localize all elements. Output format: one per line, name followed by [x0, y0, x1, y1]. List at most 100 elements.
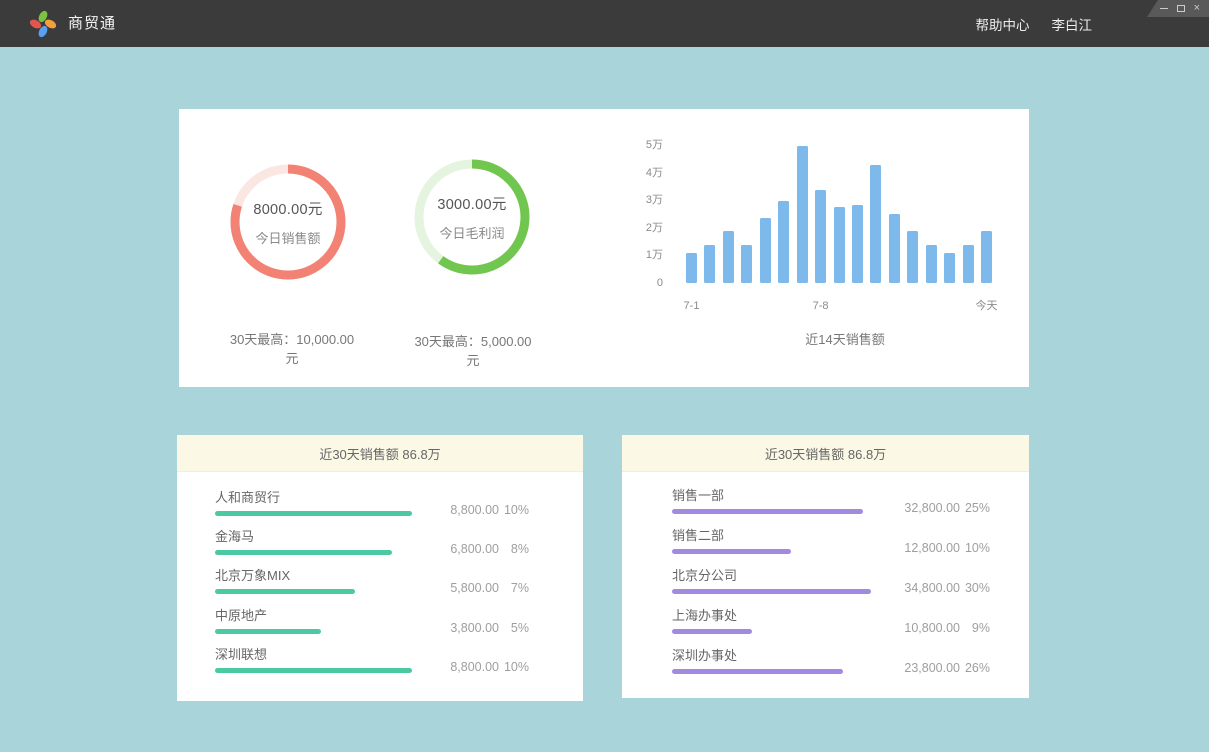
rank-value: 8,800.00 [425, 503, 499, 517]
y-tick-label: 4万 [599, 166, 663, 180]
maximize-icon [1177, 5, 1185, 12]
today-profit-label: 今日毛利润 [439, 223, 504, 242]
rank-bar [215, 511, 412, 516]
rank-value: 5,800.00 [425, 581, 499, 595]
rank-row: 深圳联想8,800.0010% [215, 647, 529, 686]
bar [870, 165, 881, 283]
bar-chart-y-axis: 5万4万3万2万1万0 [599, 109, 663, 387]
rank-row: 销售二部12,800.0010% [672, 528, 990, 568]
rank-bar [215, 668, 412, 673]
y-tick-label: 1万 [599, 248, 663, 262]
rank-value: 6,800.00 [425, 542, 499, 556]
bar [778, 201, 789, 284]
rank-percent: 10% [499, 660, 529, 674]
rank-percent: 8% [499, 542, 529, 556]
rank-row: 北京万象MIX5,800.007% [215, 568, 529, 607]
user-menu[interactable]: 李白江 [1052, 14, 1093, 34]
app-title: 商贸通 [68, 0, 116, 47]
x-tick-label: 今天 [965, 299, 1009, 313]
today-profit-value: 3000.00元 [437, 193, 506, 214]
bar [686, 253, 697, 283]
minimize-icon [1160, 8, 1168, 9]
bar [723, 231, 734, 283]
customers-ranking-panel: 近30天销售额 86.8万 人和商贸行8,800.0010%金海马6,800.0… [177, 435, 583, 701]
bar [741, 245, 752, 284]
rank-row: 上海办事处10,800.009% [672, 608, 990, 648]
close-button[interactable]: × [1194, 3, 1200, 14]
rank-bar [215, 550, 392, 555]
bar [944, 253, 955, 283]
maximize-button[interactable] [1177, 5, 1185, 12]
departments-panel-title: 近30天销售额 86.8万 [622, 435, 1029, 472]
header-menu: 帮助中心 李白江 [976, 0, 1093, 47]
rank-value: 8,800.00 [425, 660, 499, 674]
rank-bar-track [215, 629, 412, 634]
rank-percent: 10% [499, 503, 529, 517]
bar [815, 190, 826, 284]
today-sales-value: 8000.00元 [253, 198, 322, 219]
bar-chart-bars [686, 145, 992, 283]
rank-figures: 12,800.0010% [886, 541, 990, 555]
bar [907, 231, 918, 283]
rank-figures: 10,800.009% [886, 621, 990, 635]
rank-row: 人和商贸行8,800.0010% [215, 490, 529, 529]
bar [704, 245, 715, 284]
rank-percent: 9% [960, 621, 990, 635]
rank-bar-track [672, 549, 871, 554]
rank-bar-track [672, 509, 871, 514]
rank-bar [215, 629, 321, 634]
rank-bar-track [672, 629, 871, 634]
rank-bar [215, 589, 355, 594]
help-center-link[interactable]: 帮助中心 [976, 14, 1030, 34]
rank-percent: 26% [960, 661, 990, 675]
y-tick-label: 2万 [599, 221, 663, 235]
rank-figures: 8,800.0010% [425, 503, 529, 517]
minimize-button[interactable] [1160, 8, 1168, 9]
rank-figures: 3,800.005% [425, 621, 529, 635]
rank-row: 中原地产3,800.005% [215, 608, 529, 647]
today-sales-donut: 8000.00元 今日销售额 [226, 160, 350, 284]
customers-panel-title: 近30天销售额 86.8万 [177, 435, 583, 472]
window-controls: × [1147, 0, 1209, 17]
profit-30d-max-label: 30天最高：5,000.00元 [408, 331, 538, 369]
sales-30d-max-label: 30天最高：10,000.00元 [224, 329, 360, 367]
rank-bar [672, 629, 752, 634]
rank-row: 深圳办事处23,800.0026% [672, 648, 990, 688]
rank-bar-track [215, 550, 412, 555]
rank-figures: 8,800.0010% [425, 660, 529, 674]
app-logo-icon [27, 8, 59, 40]
x-tick-label: 7-8 [799, 299, 843, 313]
rank-bar-track [215, 511, 412, 516]
bar-chart-x-axis: 7-17-8今天 [686, 299, 992, 313]
today-profit-donut: 3000.00元 今日毛利润 [410, 155, 534, 279]
bar [760, 218, 771, 283]
rank-percent: 25% [960, 501, 990, 515]
rank-row: 北京分公司34,800.0030% [672, 568, 990, 608]
bar [926, 245, 937, 284]
rank-bar-track [215, 668, 412, 673]
rank-value: 3,800.00 [425, 621, 499, 635]
rank-percent: 30% [960, 581, 990, 595]
rank-percent: 10% [960, 541, 990, 555]
rank-figures: 23,800.0026% [886, 661, 990, 675]
departments-panel-body: 销售一部32,800.0025%销售二部12,800.0010%北京分公司34,… [622, 472, 1029, 688]
rank-bar-track [215, 589, 412, 594]
bar [963, 245, 974, 284]
rank-figures: 6,800.008% [425, 542, 529, 556]
rank-percent: 7% [499, 581, 529, 595]
rank-value: 10,800.00 [886, 621, 960, 635]
rank-value: 23,800.00 [886, 661, 960, 675]
rank-value: 12,800.00 [886, 541, 960, 555]
rank-bar-track [672, 669, 871, 674]
rank-figures: 34,800.0030% [886, 581, 990, 595]
bar [797, 146, 808, 284]
rank-bar [672, 669, 843, 674]
y-tick-label: 5万 [599, 138, 663, 152]
bar [981, 231, 992, 283]
departments-ranking-panel: 近30天销售额 86.8万 销售一部32,800.0025%销售二部12,800… [622, 435, 1029, 698]
rank-bar-track [672, 589, 871, 594]
rank-row: 销售一部32,800.0025% [672, 488, 990, 528]
bar-chart-title: 近14天销售额 [739, 329, 951, 348]
app-header: 商贸通 帮助中心 李白江 × [0, 0, 1209, 47]
rank-bar [672, 589, 871, 594]
